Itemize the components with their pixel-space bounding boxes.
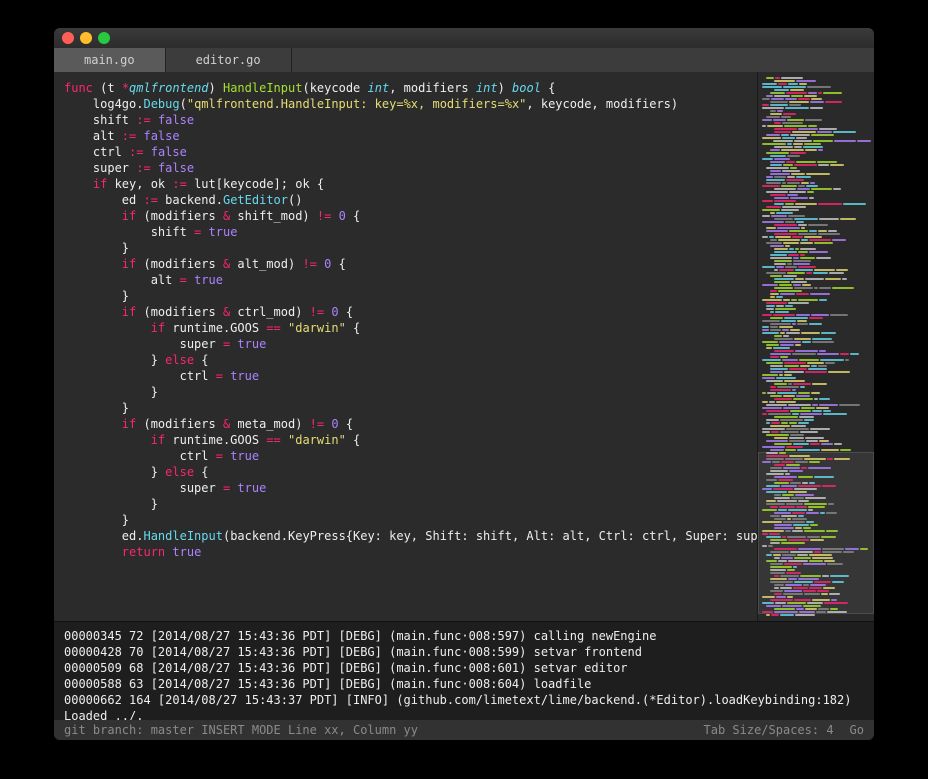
code-line: if runtime.GOOS == "darwin" {: [64, 432, 747, 448]
code-line: return true: [64, 544, 747, 560]
code-line: alt := false: [64, 128, 747, 144]
minimap[interactable]: [757, 72, 874, 621]
console-line: 00000588 63 [2014/08/27 15:43:36 PDT] [D…: [64, 676, 864, 692]
console-line: 00000428 70 [2014/08/27 15:43:36 PDT] [D…: [64, 644, 864, 660]
code-line: }: [64, 384, 747, 400]
minimize-button[interactable]: [80, 32, 92, 44]
code-line: shift := false: [64, 112, 747, 128]
code-line: ctrl = true: [64, 368, 747, 384]
code-line: super = true: [64, 336, 747, 352]
console-output[interactable]: 00000345 72 [2014/08/27 15:43:36 PDT] [D…: [54, 621, 874, 720]
tabbar: main.goeditor.go: [54, 48, 874, 72]
status-tab-size[interactable]: Tab Size/Spaces: 4: [704, 723, 834, 737]
code-line: }: [64, 240, 747, 256]
code-line: }: [64, 512, 747, 528]
code-line: if (modifiers & ctrl_mod) != 0 {: [64, 304, 747, 320]
titlebar[interactable]: [54, 28, 874, 48]
console-line: 00000509 68 [2014/08/27 15:43:36 PDT] [D…: [64, 660, 864, 676]
code-line: if (modifiers & meta_mod) != 0 {: [64, 416, 747, 432]
code-line: if key, ok := lut[keycode]; ok {: [64, 176, 747, 192]
code-line: ed := backend.GetEditor(): [64, 192, 747, 208]
code-line: } else {: [64, 352, 747, 368]
code-line: func (t *qmlfrontend) HandleInput(keycod…: [64, 80, 747, 96]
statusbar: git branch: master INSERT MODE Line xx, …: [54, 720, 874, 740]
status-syntax[interactable]: Go: [850, 723, 864, 737]
code-line: ctrl = true: [64, 448, 747, 464]
tab-main-go[interactable]: main.go: [54, 48, 166, 72]
code-line: }: [64, 496, 747, 512]
code-line: if (modifiers & alt_mod) != 0 {: [64, 256, 747, 272]
code-line: super = true: [64, 480, 747, 496]
editor-area: func (t *qmlfrontend) HandleInput(keycod…: [54, 72, 874, 621]
code-line: super := false: [64, 160, 747, 176]
code-line: if (modifiers & shift_mod) != 0 {: [64, 208, 747, 224]
code-line: ed.HandleInput(backend.KeyPress{Key: key…: [64, 528, 747, 544]
close-button[interactable]: [62, 32, 74, 44]
code-editor[interactable]: func (t *qmlfrontend) HandleInput(keycod…: [54, 72, 757, 621]
console-line: 00000662 164 [2014/08/27 15:43:37 PDT] […: [64, 692, 864, 720]
status-left: git branch: master INSERT MODE Line xx, …: [64, 723, 418, 737]
code-line: }: [64, 400, 747, 416]
code-line: log4go.Debug("qmlfrontend.HandleInput: k…: [64, 96, 747, 112]
code-line: alt = true: [64, 272, 747, 288]
code-line: }: [64, 288, 747, 304]
zoom-button[interactable]: [98, 32, 110, 44]
code-line: shift = true: [64, 224, 747, 240]
code-line: ctrl := false: [64, 144, 747, 160]
code-line: if runtime.GOOS == "darwin" {: [64, 320, 747, 336]
console-line: 00000345 72 [2014/08/27 15:43:36 PDT] [D…: [64, 628, 864, 644]
code-line: } else {: [64, 464, 747, 480]
tab-editor-go[interactable]: editor.go: [166, 48, 292, 72]
tabbar-fill: [292, 48, 874, 72]
editor-window: main.goeditor.go func (t *qmlfrontend) H…: [54, 28, 874, 740]
